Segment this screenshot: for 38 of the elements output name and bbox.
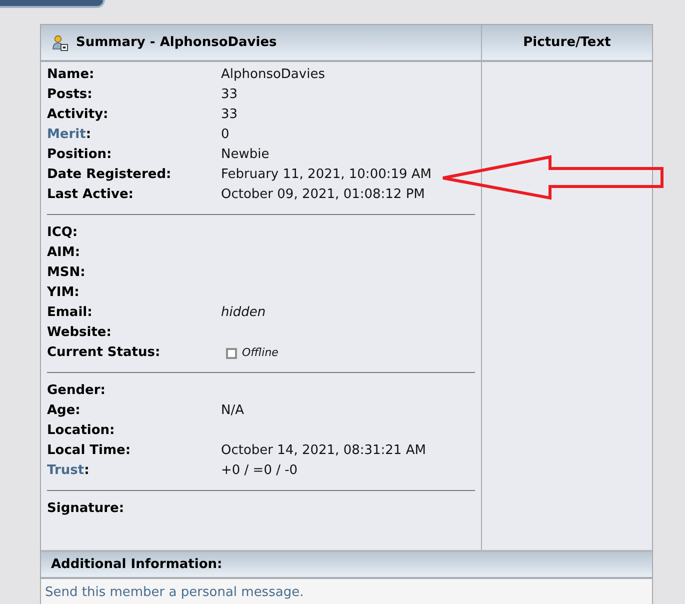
field-label: Age: [47, 402, 82, 420]
field-label: Date Registered: [47, 166, 172, 184]
section-title: Additional Information: [51, 556, 222, 574]
field-value: hidden [221, 304, 266, 322]
field-value: February 11, 2021, 10:00:19 AM [221, 166, 432, 184]
field-value: 33 [221, 86, 238, 104]
field-value: October 14, 2021, 08:31:21 AM [221, 442, 426, 460]
status-text: Offline [242, 344, 278, 361]
field-label: YIM: [47, 284, 80, 302]
field-label: Email: [47, 304, 94, 322]
field-value: N/A [221, 402, 244, 420]
field-label: Gender: [47, 382, 106, 400]
field-value: 0 [221, 126, 230, 144]
field-label: Last Active: [47, 186, 134, 204]
field-label: Current Status: [47, 344, 162, 362]
field-value: Newbie [221, 146, 270, 164]
field-value: AlphonsoDavies [221, 66, 325, 84]
panel-title: Summary - AlphonsoDavies [76, 34, 277, 52]
field-label: Location: [47, 422, 116, 440]
field-label: Local Time: [47, 442, 132, 460]
field-label: Posts: [47, 86, 94, 104]
field-label: Website: [47, 324, 112, 342]
panel-title: Picture/Text [523, 34, 611, 52]
field-value: +0 / =0 / -0 [221, 462, 298, 480]
field-label: MSN: [47, 264, 86, 282]
field-label: AIM: [47, 244, 82, 262]
label-link[interactable]: Trust: [47, 461, 221, 481]
nav-tab[interactable] [0, 0, 105, 8]
field-label: Name: [47, 66, 96, 84]
message-link[interactable]: Send this member a personal message. [45, 585, 304, 600]
label-link[interactable]: Merit: [47, 125, 221, 145]
field-label: Signature: [47, 500, 126, 518]
user-card-icon [52, 34, 68, 50]
field-label: Activity: [47, 106, 110, 124]
field-value: 33 [221, 106, 238, 124]
field-label: Position: [47, 146, 113, 164]
field-value: October 09, 2021, 01:08:12 PM [221, 186, 425, 204]
field-label: ICQ: [47, 224, 79, 242]
